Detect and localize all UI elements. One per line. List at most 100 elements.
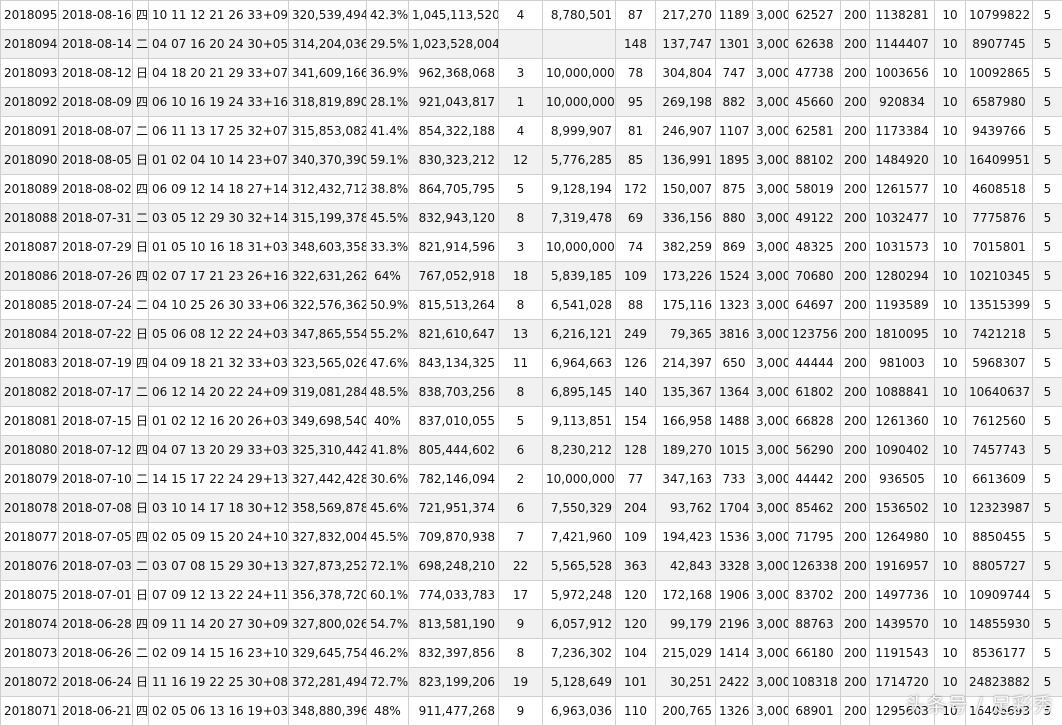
fifth-prize-count-cell: 1088841 bbox=[870, 378, 935, 407]
third-prize-count-cell: 733 bbox=[716, 465, 753, 494]
third-prize-amount-cell: 3,000 bbox=[753, 581, 789, 610]
sixth-prize-count-cell: 12323987 bbox=[966, 494, 1033, 523]
first-prize-amount-cell: 5,565,528 bbox=[543, 552, 616, 581]
first-prize-amount-cell bbox=[543, 30, 616, 59]
winning-numbers-cell: 09 11 14 20 27 30+09 bbox=[149, 610, 289, 639]
third-prize-count-cell: 1107 bbox=[716, 117, 753, 146]
second-prize-count-cell: 85 bbox=[616, 146, 656, 175]
second-prize-amount-cell: 137,747 bbox=[656, 30, 716, 59]
third-prize-count-cell: 2422 bbox=[716, 668, 753, 697]
first-prize-count-cell: 9 bbox=[499, 610, 543, 639]
second-prize-count-cell: 74 bbox=[616, 233, 656, 262]
fifth-prize-amount-cell: 10 bbox=[935, 407, 966, 436]
third-prize-amount-cell: 3,000 bbox=[753, 494, 789, 523]
third-prize-amount-cell: 3,000 bbox=[753, 1, 789, 30]
draw-date-cell: 2018-06-28 bbox=[59, 610, 133, 639]
sixth-prize-amount-cell: 5 bbox=[1033, 262, 1062, 291]
sales-amount-cell: 322,631,262 bbox=[289, 262, 367, 291]
second-prize-amount-cell: 99,179 bbox=[656, 610, 716, 639]
return-rate-cell: 38.8% bbox=[367, 175, 409, 204]
third-prize-count-cell: 1488 bbox=[716, 407, 753, 436]
fifth-prize-amount-cell: 10 bbox=[935, 146, 966, 175]
weekday-cell: 日 bbox=[133, 320, 149, 349]
first-prize-count-cell: 4 bbox=[499, 1, 543, 30]
issue-number-cell: 2018072 bbox=[1, 668, 59, 697]
second-prize-amount-cell: 150,007 bbox=[656, 175, 716, 204]
first-prize-count-cell: 11 bbox=[499, 349, 543, 378]
issue-number-cell: 2018075 bbox=[1, 581, 59, 610]
issue-number-cell: 2018095 bbox=[1, 1, 59, 30]
first-prize-amount-cell: 8,999,907 bbox=[543, 117, 616, 146]
table-row: 20180812018-07-15日01 02 12 16 20 26+0334… bbox=[1, 407, 1062, 436]
first-prize-count-cell: 8 bbox=[499, 204, 543, 233]
sales-amount-cell: 318,819,890 bbox=[289, 88, 367, 117]
fifth-prize-amount-cell: 10 bbox=[935, 262, 966, 291]
third-prize-count-cell: 1414 bbox=[716, 639, 753, 668]
table-row: 20180842018-07-22日05 06 08 12 22 24+0334… bbox=[1, 320, 1062, 349]
third-prize-amount-cell: 3,000 bbox=[753, 204, 789, 233]
draw-date-cell: 2018-08-07 bbox=[59, 117, 133, 146]
sixth-prize-amount-cell: 5 bbox=[1033, 175, 1062, 204]
fourth-prize-count-cell: 49122 bbox=[789, 204, 841, 233]
issue-number-cell: 2018094 bbox=[1, 30, 59, 59]
second-prize-count-cell: 154 bbox=[616, 407, 656, 436]
winning-numbers-cell: 04 18 20 21 29 33+07 bbox=[149, 59, 289, 88]
fourth-prize-count-cell: 58019 bbox=[789, 175, 841, 204]
table-row: 20180762018-07-03二03 07 08 15 29 30+1332… bbox=[1, 552, 1062, 581]
first-prize-amount-cell: 5,839,185 bbox=[543, 262, 616, 291]
fifth-prize-amount-cell: 10 bbox=[935, 233, 966, 262]
fourth-prize-count-cell: 66180 bbox=[789, 639, 841, 668]
winning-numbers-cell: 02 09 14 15 16 23+10 bbox=[149, 639, 289, 668]
first-prize-amount-cell: 7,550,329 bbox=[543, 494, 616, 523]
winning-numbers-cell: 04 07 13 20 29 33+03 bbox=[149, 436, 289, 465]
sixth-prize-amount-cell: 5 bbox=[1033, 349, 1062, 378]
sixth-prize-count-cell: 4608518 bbox=[966, 175, 1033, 204]
sales-amount-cell: 327,442,428 bbox=[289, 465, 367, 494]
return-rate-cell: 36.9% bbox=[367, 59, 409, 88]
sixth-prize-amount-cell: 5 bbox=[1033, 523, 1062, 552]
second-prize-count-cell: 78 bbox=[616, 59, 656, 88]
fifth-prize-count-cell: 1032477 bbox=[870, 204, 935, 233]
fourth-prize-count-cell: 126338 bbox=[789, 552, 841, 581]
first-prize-count-cell: 12 bbox=[499, 146, 543, 175]
third-prize-count-cell: 1323 bbox=[716, 291, 753, 320]
winning-numbers-cell: 03 05 12 29 30 32+14 bbox=[149, 204, 289, 233]
sales-amount-cell: 348,603,358 bbox=[289, 233, 367, 262]
return-rate-cell: 45.5% bbox=[367, 523, 409, 552]
sales-amount-cell: 327,832,004 bbox=[289, 523, 367, 552]
jackpot-pool-cell: 1,045,113,520 bbox=[409, 1, 499, 30]
first-prize-amount-cell: 10,000,000 bbox=[543, 233, 616, 262]
fourth-prize-count-cell: 85462 bbox=[789, 494, 841, 523]
first-prize-amount-cell: 7,421,960 bbox=[543, 523, 616, 552]
fourth-prize-amount-cell: 200 bbox=[841, 494, 870, 523]
third-prize-amount-cell: 3,000 bbox=[753, 88, 789, 117]
issue-number-cell: 2018071 bbox=[1, 697, 59, 726]
second-prize-amount-cell: 200,765 bbox=[656, 697, 716, 726]
sales-amount-cell: 329,645,754 bbox=[289, 639, 367, 668]
third-prize-count-cell: 1326 bbox=[716, 697, 753, 726]
table-row: 20180862018-07-26四02 07 17 21 23 26+1632… bbox=[1, 262, 1062, 291]
first-prize-amount-cell: 10,000,000 bbox=[543, 59, 616, 88]
second-prize-count-cell: 109 bbox=[616, 523, 656, 552]
issue-number-cell: 2018088 bbox=[1, 204, 59, 233]
first-prize-amount-cell: 6,895,145 bbox=[543, 378, 616, 407]
table-row: 20180852018-07-24二04 10 25 26 30 33+0632… bbox=[1, 291, 1062, 320]
first-prize-count-cell: 6 bbox=[499, 494, 543, 523]
third-prize-amount-cell: 3,000 bbox=[753, 552, 789, 581]
fourth-prize-count-cell: 88763 bbox=[789, 610, 841, 639]
first-prize-amount-cell: 9,113,851 bbox=[543, 407, 616, 436]
sales-amount-cell: 314,204,036 bbox=[289, 30, 367, 59]
third-prize-count-cell: 882 bbox=[716, 88, 753, 117]
second-prize-amount-cell: 217,270 bbox=[656, 1, 716, 30]
second-prize-amount-cell: 336,156 bbox=[656, 204, 716, 233]
first-prize-count-cell: 5 bbox=[499, 175, 543, 204]
second-prize-count-cell: 109 bbox=[616, 262, 656, 291]
first-prize-count-cell: 3 bbox=[499, 233, 543, 262]
third-prize-count-cell: 1536 bbox=[716, 523, 753, 552]
sales-amount-cell: 323,565,026 bbox=[289, 349, 367, 378]
jackpot-pool-cell: 767,052,918 bbox=[409, 262, 499, 291]
draw-date-cell: 2018-08-16 bbox=[59, 1, 133, 30]
sixth-prize-count-cell: 10640637 bbox=[966, 378, 1033, 407]
sixth-prize-amount-cell: 5 bbox=[1033, 59, 1062, 88]
third-prize-amount-cell: 3,000 bbox=[753, 436, 789, 465]
